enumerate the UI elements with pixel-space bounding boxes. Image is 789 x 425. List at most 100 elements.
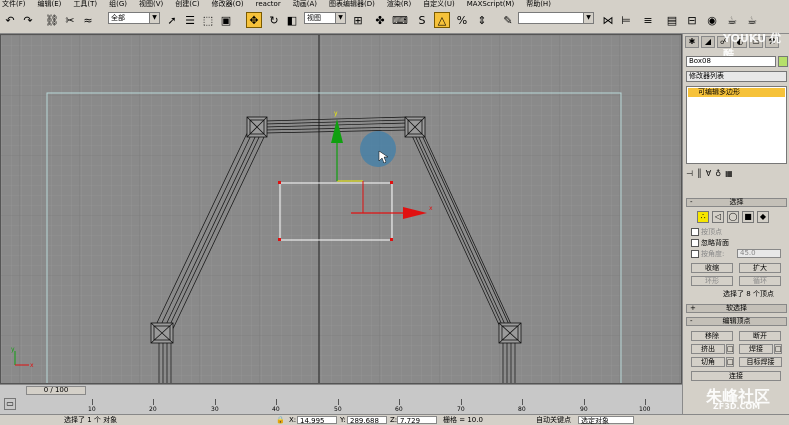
by-vertex-checkbox[interactable]: 按顶点 — [691, 227, 722, 237]
lock-selection-icon[interactable]: 🔒 — [276, 416, 285, 424]
menu-tools[interactable]: 工具(T) — [73, 0, 97, 9]
select-rotate-icon[interactable]: ↻ — [266, 12, 282, 28]
connect-button[interactable]: 连接 — [691, 371, 781, 381]
object-name-field[interactable]: Box08 — [686, 56, 776, 67]
menu-customize[interactable]: 自定义(U) — [423, 0, 455, 9]
layer-manager-icon[interactable]: ≡ — [640, 12, 656, 28]
percent-snap-icon[interactable]: % — [454, 12, 470, 28]
pivot-center-icon[interactable]: ⊞ — [350, 12, 366, 28]
menu-file[interactable]: 文件(F) — [2, 0, 26, 9]
show-end-result-icon[interactable]: ║ — [697, 169, 702, 181]
schematic-view-icon[interactable]: ⊟ — [684, 12, 700, 28]
select-scale-icon[interactable]: ◧ — [284, 12, 300, 28]
render-setup-icon[interactable]: ☕ — [724, 12, 740, 28]
chevron-down-icon: ▼ — [335, 13, 345, 23]
undo-icon[interactable]: ↶ — [2, 12, 18, 28]
pin-stack-icon[interactable]: ⊣ — [686, 169, 693, 181]
modify-tab-icon[interactable]: ◢ — [701, 36, 715, 48]
object-color-swatch[interactable] — [778, 56, 788, 67]
redo-icon[interactable]: ↷ — [20, 12, 36, 28]
chevron-down-icon: ▼ — [583, 13, 593, 23]
reference-coord-dropdown[interactable]: 视图 ▼ — [304, 12, 346, 24]
quick-render-icon[interactable]: ☕ — [744, 12, 760, 28]
time-slider[interactable]: 0 / 100 — [26, 386, 86, 395]
menu-reactor[interactable]: reactor — [256, 0, 281, 9]
x-coord-field[interactable]: 14.995 — [297, 416, 337, 425]
svg-text:x: x — [429, 205, 433, 212]
keyboard-shortcut-icon[interactable]: ⌨ — [392, 12, 408, 28]
select-object-icon[interactable]: ➚ — [164, 12, 180, 28]
polygon-mode-icon[interactable]: ■ — [742, 211, 754, 223]
by-angle-checkbox[interactable]: 按角度: — [691, 249, 724, 259]
rect-selection-icon[interactable]: ⬚ — [200, 12, 216, 28]
menu-create[interactable]: 创建(C) — [175, 0, 199, 9]
menu-modifiers[interactable]: 修改器(O) — [212, 0, 244, 9]
menu-maxscript[interactable]: MAXScript(M) — [467, 0, 514, 9]
named-selection-dropdown[interactable]: ▼ — [518, 12, 594, 24]
weld-settings-icon[interactable]: □ — [774, 344, 782, 354]
shrink-button[interactable]: 收缩 — [691, 263, 733, 273]
loop-button[interactable]: 循环 — [739, 276, 781, 286]
element-mode-icon[interactable]: ◆ — [757, 211, 769, 223]
menu-animation[interactable]: 动画(A) — [293, 0, 317, 9]
remove-button[interactable]: 移除 — [691, 331, 733, 341]
angle-spinner[interactable]: 45.0 — [737, 249, 781, 258]
chamfer-settings-icon[interactable]: □ — [726, 357, 734, 367]
remove-modifier-icon[interactable]: ♁ — [715, 169, 721, 181]
bind-space-warp-icon[interactable]: ≈ — [80, 12, 96, 28]
auto-key-button[interactable]: 自动关键点 — [536, 416, 571, 424]
select-move-icon[interactable]: ✥ — [246, 12, 262, 28]
selection-rollout-header[interactable]: - 选择 — [686, 198, 787, 207]
mirror-icon[interactable]: ⋈ — [600, 12, 616, 28]
menu-edit[interactable]: 编辑(E) — [38, 0, 62, 9]
material-editor-icon[interactable]: ◉ — [704, 12, 720, 28]
named-selection-icon[interactable]: ✎ — [500, 12, 516, 28]
weld-button[interactable]: 焊接 — [739, 344, 773, 354]
spinner-snap-icon[interactable]: ⇕ — [474, 12, 490, 28]
chamfer-button[interactable]: 切角 — [691, 357, 725, 367]
ring-button[interactable]: 环形 — [691, 276, 733, 286]
unlink-icon[interactable]: ✂ — [62, 12, 78, 28]
menu-views[interactable]: 视图(V) — [139, 0, 163, 9]
snap-toggle-icon[interactable]: S — [414, 12, 430, 28]
menu-group[interactable]: 组(G) — [109, 0, 127, 9]
menu-graph-editors[interactable]: 图表编辑器(D) — [329, 0, 375, 9]
border-mode-icon[interactable]: ◯ — [727, 211, 739, 223]
ruler-tick: 50 — [334, 406, 342, 413]
curve-editor-icon[interactable]: ▤ — [664, 12, 680, 28]
select-manipulate-icon[interactable]: ✤ — [372, 12, 388, 28]
angle-snap-icon[interactable]: △ — [434, 12, 450, 28]
link-icon[interactable]: ⛓ — [44, 12, 60, 28]
soft-selection-rollout-header[interactable]: + 软选择 — [686, 304, 787, 313]
edit-vertices-rollout-header[interactable]: - 编辑顶点 — [686, 317, 787, 326]
grow-button[interactable]: 扩大 — [739, 263, 781, 273]
menu-rendering[interactable]: 渲染(R) — [387, 0, 411, 9]
stack-item-editable-poly[interactable]: 可编辑多边形 — [688, 88, 785, 97]
make-unique-icon[interactable]: ∀ — [706, 169, 711, 181]
selection-filter-dropdown[interactable]: 全部 ▼ — [108, 12, 160, 24]
menu-help[interactable]: 帮助(H) — [526, 0, 551, 9]
break-button[interactable]: 断开 — [739, 331, 781, 341]
stack-item-label: 可编辑多边形 — [698, 88, 740, 96]
ruler-tick: 70 — [457, 406, 465, 413]
ignore-backface-checkbox[interactable]: 忽略背面 — [691, 238, 729, 248]
collapse-icon: - — [690, 198, 693, 206]
create-tab-icon[interactable]: ✱ — [685, 36, 699, 48]
edge-mode-icon[interactable]: ◁ — [712, 211, 724, 223]
extrude-button[interactable]: 挤出 — [691, 344, 725, 354]
configure-sets-icon[interactable]: ▦ — [725, 169, 733, 181]
modifier-list-dropdown[interactable]: 修改器列表 — [686, 71, 787, 82]
key-selection-dropdown[interactable]: 选定对象 — [578, 416, 634, 425]
y-coord-field[interactable]: 289.688 — [347, 416, 387, 425]
target-weld-button[interactable]: 目标焊接 — [739, 357, 782, 367]
z-coord-field[interactable]: 7.729 — [397, 416, 437, 425]
select-by-name-icon[interactable]: ☰ — [182, 12, 198, 28]
key-filter-icon[interactable]: ▭ — [4, 398, 16, 410]
extrude-settings-icon[interactable]: □ — [726, 344, 734, 354]
track-bar[interactable]: ▭ 10 20 30 40 50 60 70 80 90 100 — [0, 396, 682, 414]
cursor-highlight — [360, 131, 396, 167]
viewport[interactable]: x y y x — [0, 34, 682, 384]
vertex-mode-icon[interactable]: ∴ — [697, 211, 709, 223]
window-crossing-icon[interactable]: ▣ — [218, 12, 234, 28]
align-icon[interactable]: ⊨ — [618, 12, 634, 28]
